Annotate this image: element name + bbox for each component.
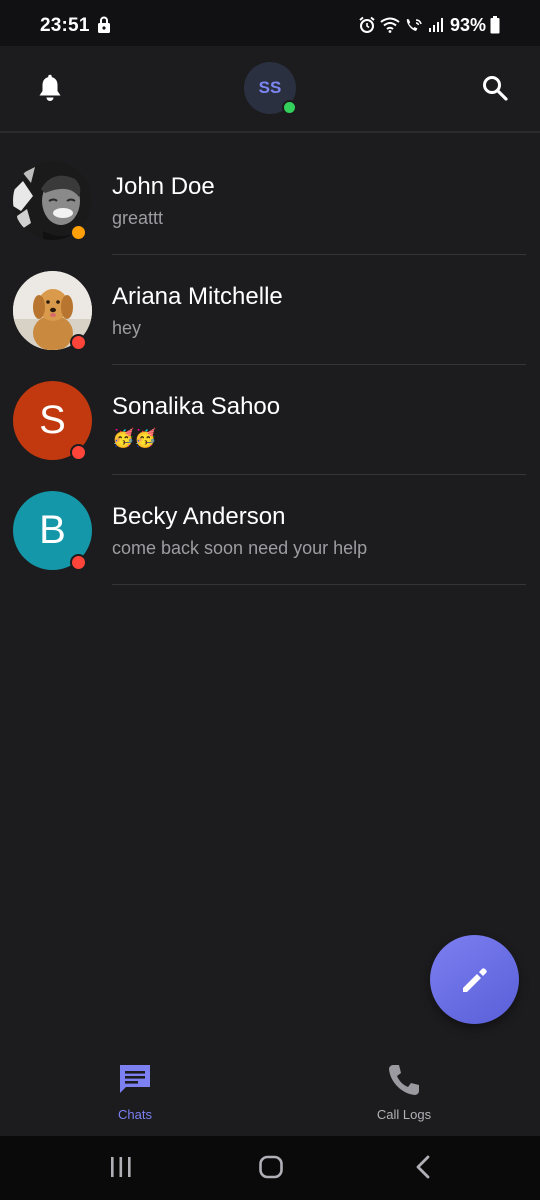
chat-preview: greattt xyxy=(112,208,164,228)
status-icons: 93% xyxy=(358,14,500,36)
chat-name: Sonalika Sahoo xyxy=(112,393,281,420)
profile-initials: SS xyxy=(258,78,282,97)
chat-name: John Doe xyxy=(112,173,215,200)
chat-preview: come back soon need your help xyxy=(112,538,368,558)
back-icon[interactable] xyxy=(412,1154,436,1180)
pencil-icon xyxy=(462,967,487,992)
battery-icon xyxy=(490,16,500,34)
tab-label: Call Logs xyxy=(376,1107,432,1122)
wifi-icon xyxy=(380,17,400,33)
phone-icon xyxy=(389,1065,419,1095)
system-nav-bar xyxy=(0,1136,540,1200)
status-dot xyxy=(70,334,87,351)
alarm-icon xyxy=(359,16,375,33)
chat-icon xyxy=(120,1065,150,1093)
chat-name: Ariana Mitchelle xyxy=(112,283,283,310)
chat-item-becky-anderson[interactable]: B Becky Anderson come back soon need you… xyxy=(0,475,540,585)
divider xyxy=(112,584,526,585)
chat-name: Becky Anderson xyxy=(112,503,286,530)
compose-button[interactable] xyxy=(430,935,519,1024)
avatar-initial: S xyxy=(39,398,66,442)
lock-icon xyxy=(98,16,110,33)
tab-chats[interactable]: Chats xyxy=(75,1062,195,1122)
chat-item-sonalika-sahoo[interactable]: S Sonalika Sahoo 🥳🥳 xyxy=(0,365,540,475)
chat-preview: 🥳🥳 xyxy=(112,428,157,448)
search-icon[interactable] xyxy=(481,74,509,102)
chat-list: John Doe greattt Ariana Mitchelle hey S … xyxy=(0,145,540,585)
recents-icon[interactable] xyxy=(109,1154,133,1180)
battery-percent: 93% xyxy=(449,14,486,35)
status-dot xyxy=(70,444,87,461)
tab-label: Chats xyxy=(118,1107,152,1122)
status-dot xyxy=(70,554,87,571)
status-bar: 23:51 93% xyxy=(0,0,540,46)
tab-call-logs[interactable]: Call Logs xyxy=(344,1062,464,1122)
online-indicator xyxy=(282,100,297,115)
chat-item-ariana-mitchelle[interactable]: Ariana Mitchelle hey xyxy=(0,255,540,365)
wifi-call-icon xyxy=(406,19,422,31)
avatar-initial: B xyxy=(39,508,66,552)
bottom-nav: Chats Call Logs xyxy=(0,1040,540,1136)
chat-item-john-doe[interactable]: John Doe greattt xyxy=(0,145,540,255)
home-icon[interactable] xyxy=(258,1154,284,1180)
status-time: 23:51 xyxy=(40,15,90,36)
bell-icon[interactable] xyxy=(36,74,64,104)
app-header: SS xyxy=(0,46,540,133)
signal-icon xyxy=(428,18,443,32)
chat-preview: hey xyxy=(112,318,142,338)
status-dot xyxy=(70,224,87,241)
